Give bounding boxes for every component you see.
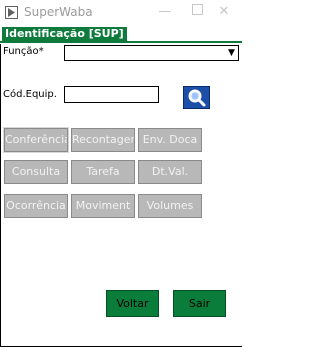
close-icon: ✕	[218, 4, 230, 19]
funcao-label: Função*	[3, 46, 44, 57]
env-doca-button[interactable]: Env. Doca	[138, 128, 202, 152]
window-title: SuperWaba	[24, 5, 93, 19]
recontagem-button[interactable]: Recontagem	[71, 128, 135, 152]
sair-button[interactable]: Sair	[173, 290, 226, 317]
tarefa-button[interactable]: Tarefa	[71, 160, 135, 184]
title-bar: SuperWaba — ✕	[0, 0, 242, 26]
app-icon	[5, 6, 18, 19]
cod-equip-label: Cód.Equip.	[3, 89, 57, 100]
maximize-button[interactable]	[187, 3, 207, 21]
maximize-icon	[191, 4, 203, 15]
window-left-border	[0, 0, 1, 347]
volumes-button[interactable]: Volumes	[138, 194, 202, 218]
magnifier-icon	[188, 89, 206, 107]
moviment-button[interactable]: Moviment	[71, 194, 135, 218]
close-button[interactable]: ✕	[214, 3, 234, 21]
funcao-select[interactable]: ▼	[64, 45, 239, 61]
minimize-button[interactable]: —	[155, 3, 175, 21]
conferencia-button[interactable]: Conferência	[3, 127, 69, 153]
voltar-button[interactable]: Voltar	[106, 290, 159, 317]
minimize-icon: —	[158, 4, 172, 19]
ocorrencia-button[interactable]: Ocorrência	[4, 194, 68, 218]
consulta-button[interactable]: Consulta	[4, 160, 68, 184]
search-button[interactable]	[183, 86, 210, 109]
dt-val-button[interactable]: Dt.Val.	[138, 160, 202, 184]
tab-identificacao[interactable]: Identificação [SUP]	[2, 27, 127, 41]
chevron-down-icon[interactable]: ▼	[226, 47, 237, 59]
cod-equip-input[interactable]	[64, 86, 159, 103]
tab-underline	[0, 41, 242, 43]
